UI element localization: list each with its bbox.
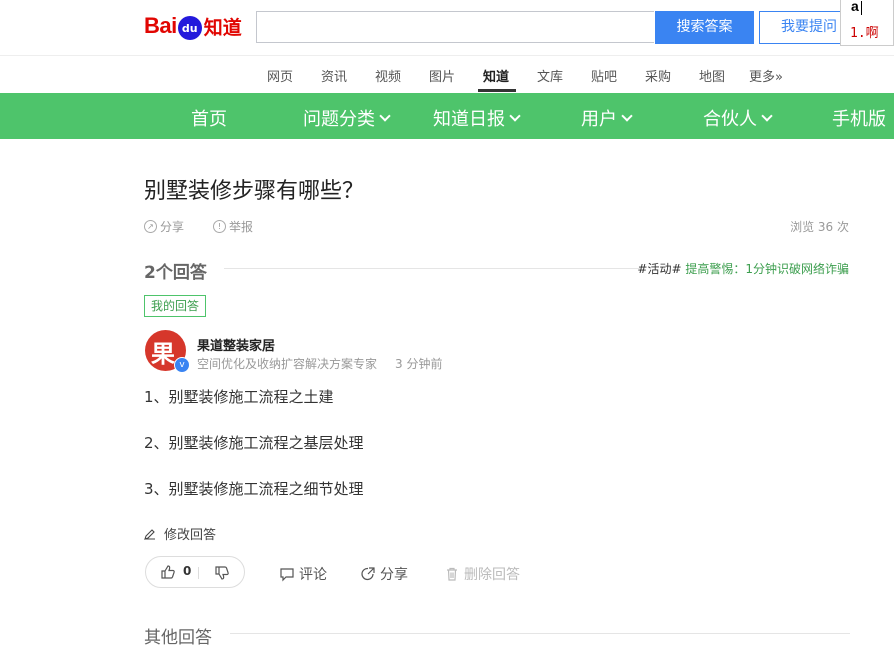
search-answer-button[interactable]: 搜索答案 bbox=[655, 11, 754, 44]
share-icon bbox=[361, 567, 375, 581]
thumbs-down-icon[interactable] bbox=[214, 565, 230, 581]
ime-candidate-window: a 1.啊 bbox=[840, 0, 894, 46]
green-nav-mobile-label: 手机版 bbox=[832, 109, 886, 130]
green-nav-partners[interactable]: 合伙人 bbox=[703, 105, 773, 131]
nav-item-images[interactable]: 图片 bbox=[429, 66, 455, 85]
nav-item-map[interactable]: 地图 bbox=[699, 66, 725, 85]
chevron-down-icon bbox=[379, 110, 391, 122]
nav-item-zhidao[interactable]: 知道 bbox=[483, 66, 509, 85]
green-nav-mobile[interactable]: 手机版 bbox=[832, 105, 886, 131]
product-nav: 网页 资讯 视频 图片 知道 文库 贴吧 采购 地图 更多» bbox=[0, 56, 894, 93]
answer-paragraph: 1、别墅装修施工流程之土建 bbox=[144, 388, 334, 406]
active-nav-underline bbox=[478, 89, 516, 92]
green-nav-daily-label: 知道日报 bbox=[433, 109, 505, 130]
comment-icon bbox=[280, 568, 294, 582]
report-icon: ! bbox=[213, 220, 226, 233]
edit-answer-button[interactable]: 修改回答 bbox=[144, 524, 216, 543]
vote-box: 0 bbox=[145, 556, 245, 588]
my-answer-tag: 我的回答 bbox=[144, 295, 207, 317]
chevron-down-icon bbox=[761, 110, 773, 122]
nav-item-video[interactable]: 视频 bbox=[375, 66, 401, 85]
view-count: 浏览 36 次 bbox=[790, 220, 849, 234]
share-icon: ↗ bbox=[144, 220, 157, 233]
answer-time: 3 分钟前 bbox=[395, 357, 443, 371]
green-nav-home-label: 首页 bbox=[191, 109, 227, 130]
report-label: 举报 bbox=[229, 220, 254, 234]
delete-answer-button[interactable]: 删除回答 bbox=[444, 564, 520, 584]
divider bbox=[230, 633, 850, 634]
ime-caret bbox=[861, 1, 862, 15]
nav-item-web[interactable]: 网页 bbox=[267, 66, 293, 85]
other-answers-heading: 其他回答 bbox=[144, 628, 212, 648]
green-nav-daily[interactable]: 知道日报 bbox=[433, 105, 521, 131]
divider bbox=[224, 268, 640, 269]
verified-icon: v bbox=[174, 357, 190, 373]
share-answer-label: 分享 bbox=[380, 567, 408, 583]
activity-link[interactable]: #活动# 提高警惕：1分钟识破网络诈骗 bbox=[637, 260, 849, 277]
comment-button[interactable]: 评论 bbox=[279, 564, 327, 584]
ime-composition-text: a bbox=[851, 0, 859, 14]
answer-paragraph: 2、别墅装修施工流程之基层处理 bbox=[144, 434, 364, 452]
green-nav-users-label: 用户 bbox=[581, 109, 617, 130]
green-nav-partners-label: 合伙人 bbox=[703, 109, 757, 130]
nav-item-purchase[interactable]: 采购 bbox=[645, 66, 671, 85]
author-title: 空间优化及收纳扩容解决方案专家 bbox=[197, 357, 378, 371]
search-input[interactable] bbox=[256, 11, 654, 43]
chevron-down-icon bbox=[621, 110, 633, 122]
ime-candidate-1[interactable]: 1.啊 bbox=[850, 22, 879, 41]
baidu-zhidao-logo[interactable]: Bai du 知道 bbox=[144, 6, 248, 46]
share-answer-button[interactable]: 分享 bbox=[360, 564, 408, 584]
green-nav-users[interactable]: 用户 bbox=[581, 105, 633, 131]
vote-separator bbox=[198, 567, 199, 579]
chevron-down-icon bbox=[509, 110, 521, 122]
edit-answer-label: 修改回答 bbox=[164, 528, 217, 543]
category-nav-bar: 首页 问题分类 知道日报 用户 合伙人 手机版 bbox=[0, 93, 894, 139]
trash-icon bbox=[447, 567, 457, 581]
green-nav-categories[interactable]: 问题分类 bbox=[303, 105, 391, 131]
pencil-icon bbox=[144, 528, 155, 540]
activity-tag: #活动# bbox=[637, 262, 682, 276]
thumbs-up-icon[interactable] bbox=[160, 564, 176, 580]
green-nav-home[interactable]: 首页 bbox=[191, 105, 227, 131]
delete-answer-label: 删除回答 bbox=[464, 567, 520, 583]
logo-paw-icon: du bbox=[177, 16, 202, 40]
nav-item-news[interactable]: 资讯 bbox=[321, 66, 347, 85]
report-link[interactable]: ! 举报 bbox=[213, 218, 253, 235]
avatar-glyph: 果 bbox=[151, 340, 175, 368]
share-label: 分享 bbox=[160, 220, 185, 234]
green-nav-categories-label: 问题分类 bbox=[303, 109, 375, 130]
answer-paragraph: 3、别墅装修施工流程之细节处理 bbox=[144, 480, 364, 498]
logo-zhidao-text: 知道 bbox=[203, 16, 242, 39]
author-name[interactable]: 果道整装家居 bbox=[197, 335, 275, 354]
question-title: 别墅装修步骤有哪些？ bbox=[144, 179, 365, 204]
logo-bai-text: Bai bbox=[144, 13, 177, 38]
like-count: 0 bbox=[183, 564, 192, 578]
answer-count: 2个回答 bbox=[144, 263, 207, 283]
comment-label: 评论 bbox=[299, 567, 327, 583]
share-link[interactable]: ↗ 分享 bbox=[144, 218, 184, 235]
activity-text: 提高警惕：1分钟识破网络诈骗 bbox=[685, 262, 849, 276]
top-header: Bai du 知道 搜索答案 我要提问 bbox=[0, 0, 894, 56]
nav-item-wenku[interactable]: 文库 bbox=[537, 66, 563, 85]
nav-item-tieba[interactable]: 贴吧 bbox=[591, 66, 617, 85]
nav-item-more[interactable]: 更多» bbox=[749, 66, 783, 85]
